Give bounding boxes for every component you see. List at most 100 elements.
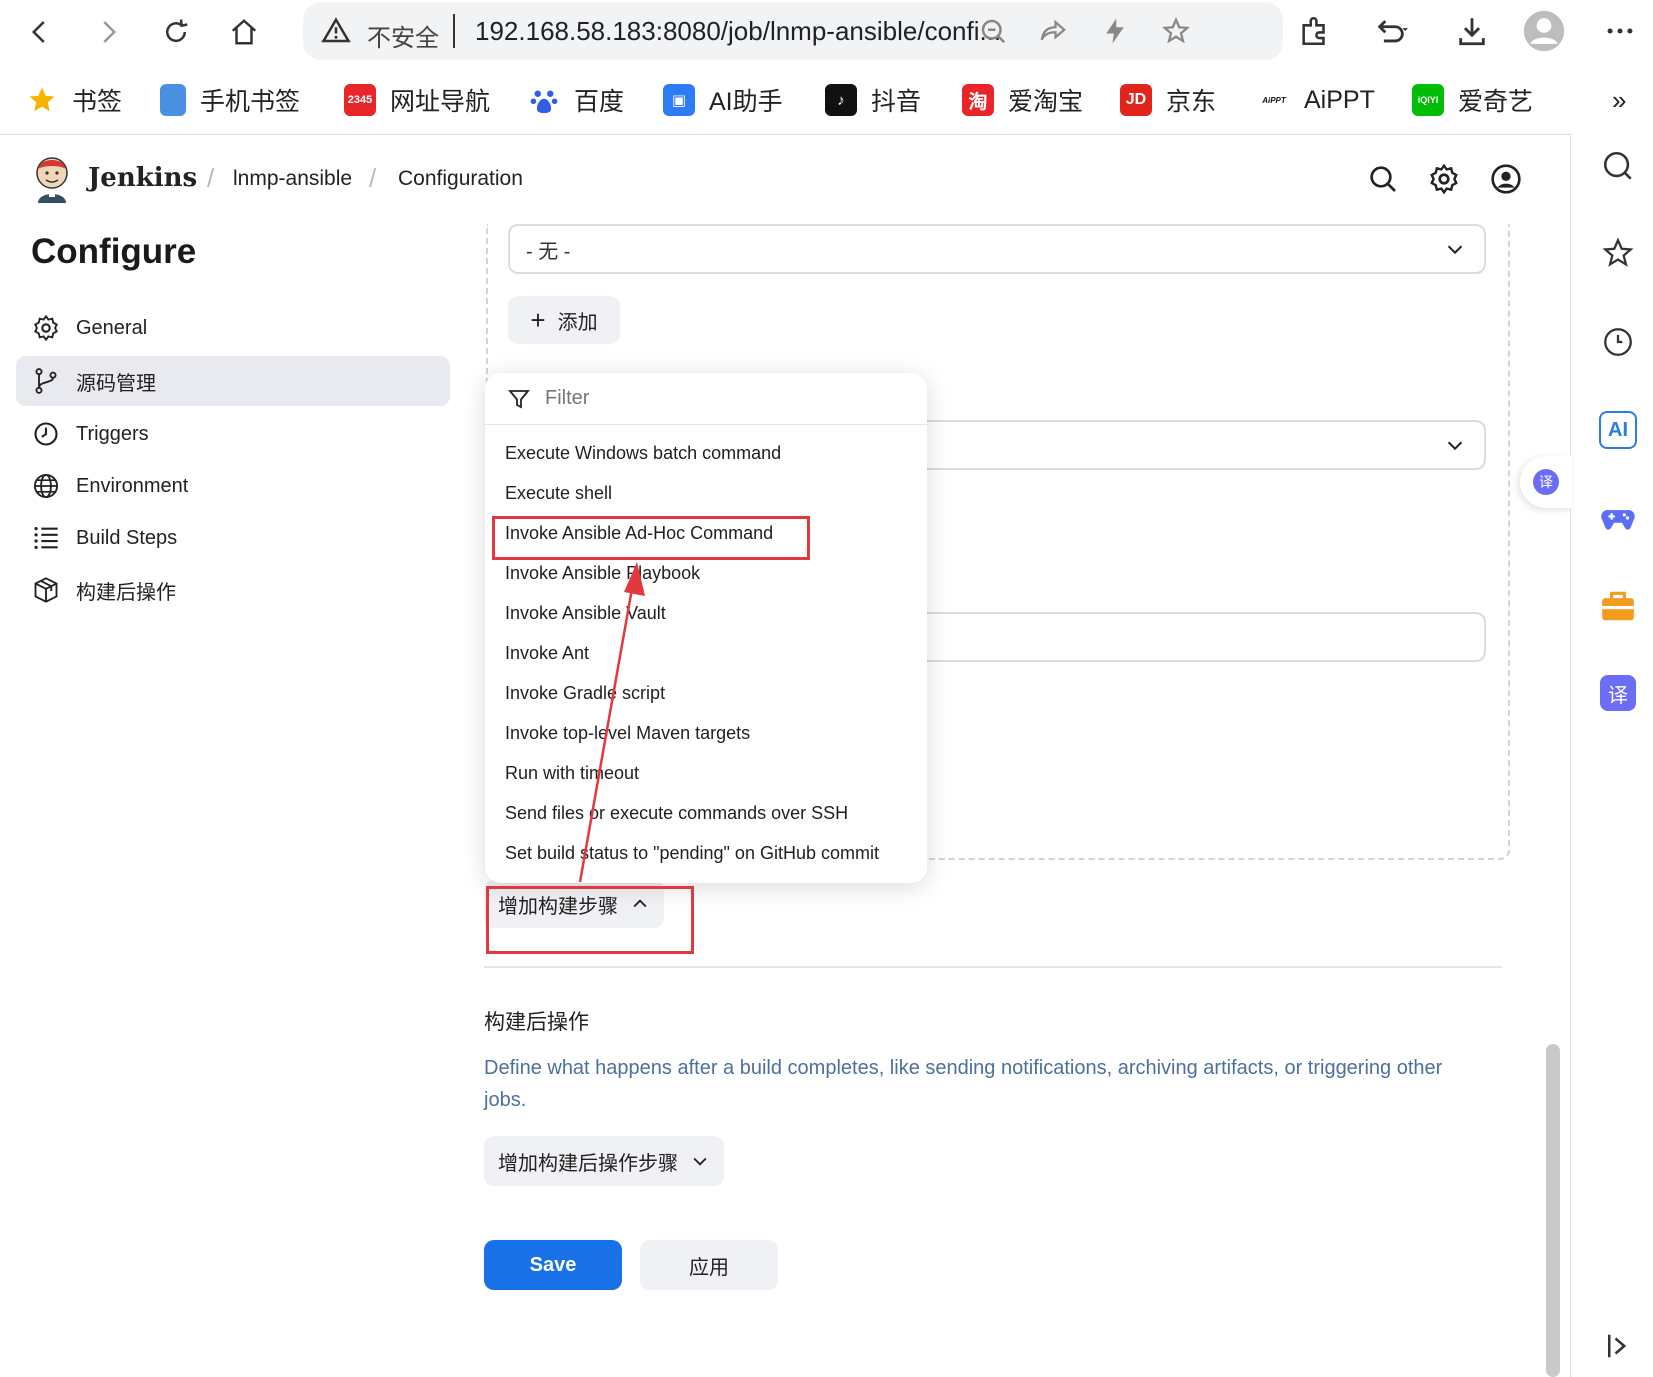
nav-item-post-build[interactable]: 构建后操作: [16, 565, 450, 615]
menu-item[interactable]: Invoke top-level Maven targets: [505, 723, 750, 744]
star-icon: [26, 84, 58, 116]
reload-button[interactable]: [156, 12, 196, 52]
bookmark-item[interactable]: JD 京东: [1120, 80, 1216, 120]
gear-icon[interactable]: [1428, 163, 1460, 195]
add-button-label: 添加: [557, 311, 598, 334]
menu-item[interactable]: Send files or execute commands over SSH: [505, 803, 848, 824]
credentials-select[interactable]: - 无 -: [508, 224, 1486, 274]
url-text[interactable]: 192.168.58.183:8080/job/lnmp-ansible/con…: [475, 16, 1001, 47]
home-button[interactable]: [224, 12, 264, 52]
collapse-panel-icon: [1608, 1334, 1627, 1358]
search-icon[interactable]: [1367, 163, 1399, 195]
sidebar-search-button[interactable]: [1598, 146, 1638, 186]
more-menu-icon[interactable]: [1603, 14, 1637, 48]
star-outline-icon: [1602, 237, 1634, 267]
nav-item-label: Environment: [76, 474, 189, 497]
breadcrumb-configuration[interactable]: Configuration: [398, 167, 523, 191]
list-icon: [32, 524, 60, 552]
sidebar-game-button[interactable]: [1598, 498, 1638, 538]
plus-icon: +: [530, 305, 546, 335]
clock-icon: [1604, 328, 1632, 356]
undo-icon[interactable]: [1374, 14, 1408, 48]
bookmark-item[interactable]: iQIYI 爱奇艺: [1412, 80, 1533, 120]
menu-item[interactable]: Execute shell: [505, 483, 612, 504]
bookmark-item[interactable]: 书签: [26, 80, 122, 120]
nav-item-label: 源码管理: [76, 372, 156, 395]
forward-button[interactable]: [88, 12, 128, 52]
user-account-icon[interactable]: [1490, 163, 1522, 195]
nav-item-label: 构建后操作: [76, 581, 176, 604]
extensions-icon[interactable]: [1298, 14, 1332, 48]
nav-item-build-steps[interactable]: Build Steps: [16, 513, 450, 563]
page-scrollbar[interactable]: [1546, 1044, 1560, 1377]
nav-item-environment[interactable]: Environment: [16, 461, 450, 511]
nav-item-source-code[interactable]: 源码管理: [16, 356, 450, 406]
share-icon[interactable]: [1038, 16, 1068, 46]
add-post-build-step-button[interactable]: 增加构建后操作步骤: [484, 1136, 724, 1186]
bookmark-item[interactable]: ♪ 抖音: [825, 80, 921, 120]
add-post-build-label: 增加构建后操作步骤: [498, 1152, 678, 1175]
chevron-down-icon: [1447, 245, 1463, 255]
bookmarks-overflow-button[interactable]: »: [1612, 80, 1626, 120]
nav-item-general[interactable]: General: [16, 303, 450, 353]
nav-icon: 2345: [344, 84, 376, 116]
clock-icon: [32, 420, 60, 448]
nav-item-label: Triggers: [76, 422, 149, 445]
filter-placeholder: Filter: [545, 387, 590, 409]
credentials-select-value: - 无 -: [526, 240, 571, 263]
lightning-icon[interactable]: [1100, 16, 1130, 46]
bookmark-item[interactable]: ▣ AI助手: [663, 80, 783, 120]
sidebar-history-button[interactable]: [1598, 322, 1638, 362]
jenkins-title[interactable]: Jenkins: [88, 163, 197, 193]
nav-item-label: Build Steps: [76, 526, 178, 549]
menu-item[interactable]: Invoke Gradle script: [505, 683, 665, 704]
download-icon[interactable]: [1455, 14, 1489, 48]
home-icon: [231, 19, 257, 45]
search-icon: [1603, 151, 1632, 180]
nav-item-triggers[interactable]: Triggers: [16, 409, 450, 459]
jd-icon: JD: [1120, 84, 1152, 116]
build-step-dropdown: Filter Execute Windows batch command Exe…: [485, 373, 927, 883]
browser-toolbar: 不安全 192.168.58.183:8080/job/lnmp-ansible…: [0, 0, 1653, 62]
apply-button[interactable]: 应用: [640, 1240, 778, 1290]
sidebar-collapse-button[interactable]: [1598, 1326, 1638, 1366]
save-button[interactable]: Save: [484, 1240, 622, 1290]
bookmark-item[interactable]: 2345 网址导航: [344, 80, 490, 120]
breadcrumb-job[interactable]: lnmp-ansible: [233, 167, 352, 191]
bookmark-item[interactable]: 百度: [528, 80, 624, 120]
menu-item[interactable]: Invoke Ansible Vault: [505, 603, 666, 624]
filter-input[interactable]: Filter: [485, 373, 927, 425]
translate-float-button[interactable]: 译: [1520, 456, 1572, 508]
phone-icon: [160, 84, 186, 116]
bookmark-item[interactable]: 淘 爱淘宝: [962, 80, 1083, 120]
bookmark-item[interactable]: AiPPT AiPPT: [1258, 80, 1375, 120]
filter-icon: [508, 389, 530, 408]
sidebar-favorites-button[interactable]: [1598, 233, 1638, 273]
chevron-down-icon: [1447, 441, 1463, 451]
sidebar-ai-button[interactable]: AI: [1598, 410, 1638, 450]
address-bar[interactable]: 不安全 192.168.58.183:8080/job/lnmp-ansible…: [303, 2, 1283, 60]
menu-item[interactable]: Execute Windows batch command: [505, 443, 781, 464]
translate-icon: 译: [1533, 469, 1559, 495]
star-outline-icon[interactable]: [1161, 16, 1191, 46]
back-button[interactable]: [20, 12, 60, 52]
zoom-out-icon[interactable]: [978, 16, 1008, 46]
profile-avatar-icon[interactable]: [1522, 9, 1566, 53]
sidebar-translate-button[interactable]: 译: [1598, 673, 1638, 713]
highlight-box-add-step: [486, 886, 694, 954]
highlight-box-menu-item: [492, 516, 810, 560]
ai-icon: AI: [1599, 411, 1637, 449]
menu-item[interactable]: Set build status to "pending" on GitHub …: [505, 843, 879, 864]
add-credentials-button[interactable]: + 添加: [508, 296, 620, 344]
bookmark-item[interactable]: 手机书签: [160, 80, 300, 120]
menu-item[interactable]: Invoke Ansible Playbook: [505, 563, 700, 584]
sidebar-toolbox-button[interactable]: [1598, 586, 1638, 626]
translate-icon: 译: [1600, 675, 1636, 711]
gamepad-icon: [1601, 510, 1635, 530]
menu-item[interactable]: Invoke Ant: [505, 643, 589, 664]
jenkins-logo-icon[interactable]: [30, 155, 74, 205]
breadcrumb-separator: /: [207, 163, 215, 193]
gear-icon: [32, 314, 60, 342]
menu-item[interactable]: Run with timeout: [505, 763, 639, 784]
ai-assistant-icon: ▣: [663, 84, 695, 116]
